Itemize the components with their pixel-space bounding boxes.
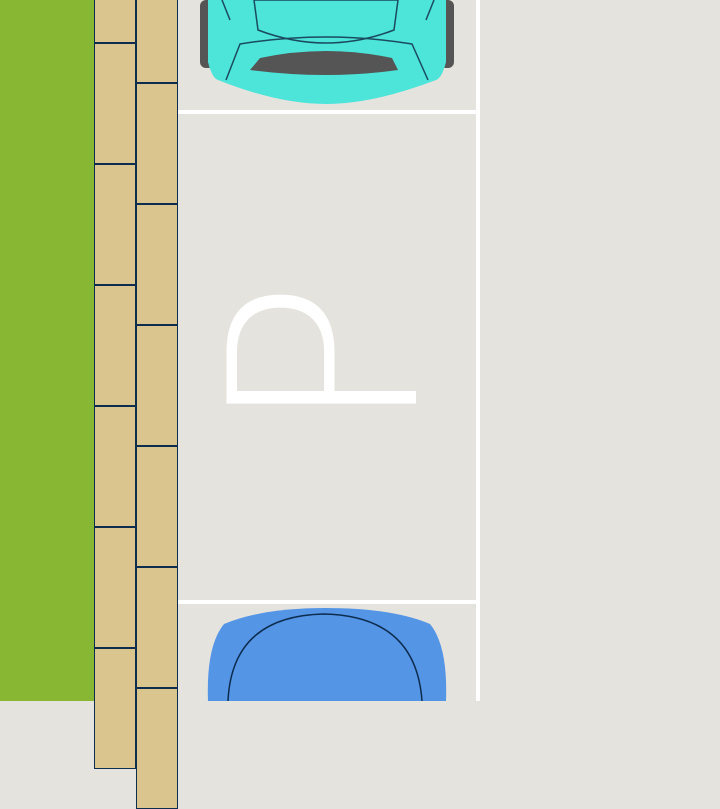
sidewalk-brick	[136, 688, 178, 809]
sidewalk-brick	[94, 527, 136, 648]
sidewalk-brick	[136, 0, 178, 83]
sidewalk-brick	[94, 648, 136, 769]
spot-divider-top	[178, 110, 476, 114]
sidewalk-brick	[94, 0, 136, 43]
grass-strip	[0, 0, 94, 701]
sidewalk-brick	[94, 43, 136, 164]
blue-car-body	[207, 608, 447, 701]
sidewalk-brick	[136, 83, 178, 204]
blue-car[interactable]	[202, 606, 452, 701]
sidewalk-brick	[136, 567, 178, 688]
spot-divider-bottom	[178, 600, 476, 604]
parking-p-marking: P	[176, 278, 478, 436]
teal-car[interactable]	[198, 0, 458, 110]
